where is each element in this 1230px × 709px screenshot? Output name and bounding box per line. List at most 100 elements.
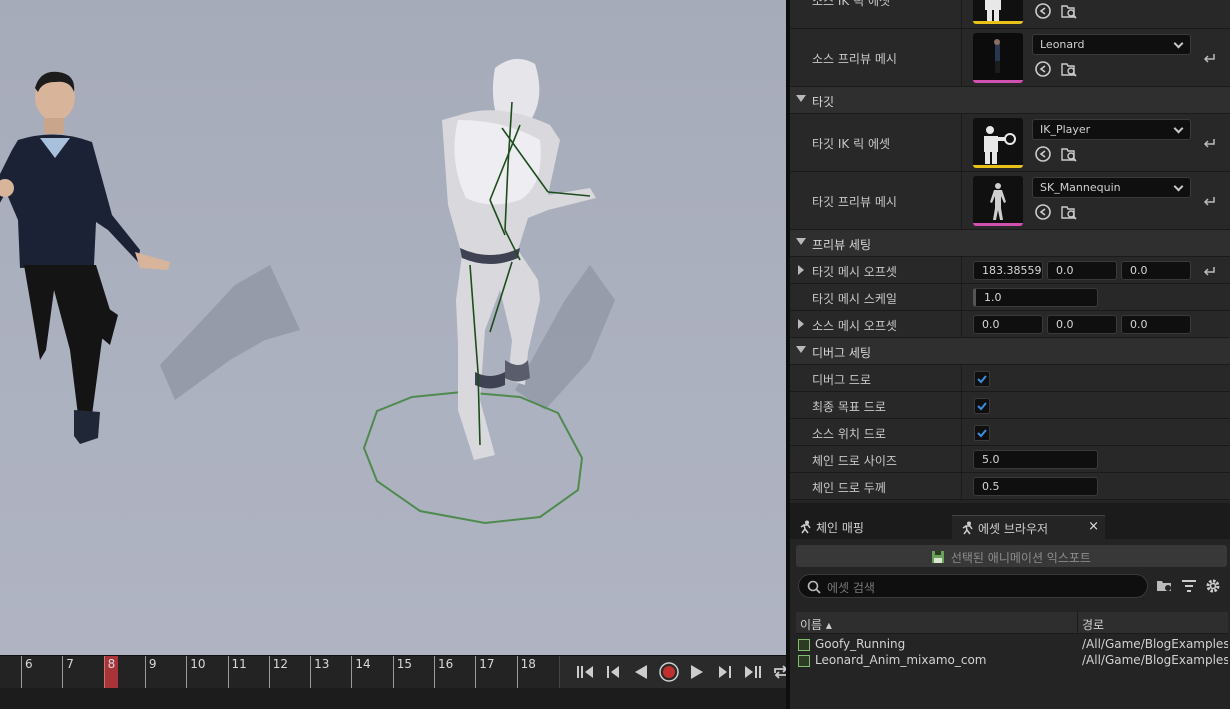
timeline-frame-tick[interactable]: 16 [434, 656, 453, 688]
viewport[interactable] [0, 0, 786, 655]
export-selected-animations-button[interactable]: 선택된 애니메이션 익스포트 [796, 545, 1227, 567]
timeline-frame-tick[interactable]: 7 [62, 656, 74, 688]
column-name[interactable]: 이름 ▴ [800, 616, 832, 633]
timeline-frame-tick[interactable]: 10 [186, 656, 205, 688]
browse-asset-icon[interactable] [1034, 145, 1052, 163]
gear-icon[interactable] [1204, 577, 1222, 595]
target-mesh-scale-input[interactable]: 1.0 [973, 288, 1098, 307]
reset-to-default-icon[interactable] [1202, 264, 1216, 278]
timeline-frame-label: 13 [314, 657, 330, 671]
reset-to-default-icon[interactable] [1202, 136, 1216, 150]
chain-draw-thickness-input[interactable]: 0.5 [973, 477, 1098, 496]
timeline-frame-tick[interactable]: 17 [475, 656, 495, 688]
target-ik-rig-thumbnail[interactable] [973, 118, 1023, 168]
step-back-icon [607, 666, 619, 678]
timeline-ruler[interactable]: 6 7 8 9 10 11 12 13 14 15 16 17 18 [0, 656, 560, 688]
close-icon[interactable]: × [1088, 519, 1099, 534]
target-preview-mesh-combo[interactable]: SK_Mannequin [1032, 177, 1191, 198]
play-icon [691, 665, 703, 679]
final-goal-draw-label: 최종 목표 드로 [812, 400, 886, 414]
step-back-button[interactable] [602, 661, 624, 683]
chevron-down-icon [1173, 181, 1184, 192]
source-location-draw-label: 소스 위치 드로 [812, 427, 886, 441]
timeline-frame-tick[interactable]: 14 [351, 656, 371, 688]
timeline-frame-label: 14 [355, 657, 371, 671]
asset-row[interactable]: Leonard_Anim_mixamo_com /All/Game/BlogEx… [796, 653, 1228, 669]
column-path[interactable]: 경로 [1082, 616, 1104, 633]
target-mesh-offset-z[interactable]: 0.0 [1121, 261, 1191, 280]
asset-name: Goofy_Running [815, 637, 906, 651]
transport-controls [574, 656, 792, 688]
asset-search-input[interactable]: 에셋 검색 [798, 574, 1148, 598]
find-in-browser-icon[interactable] [1060, 2, 1078, 20]
timeline-frame-label: 17 [479, 657, 495, 671]
record-button[interactable] [658, 661, 680, 683]
chain-draw-size-input[interactable]: 5.0 [973, 450, 1098, 469]
play-button[interactable] [686, 661, 708, 683]
timeline-frame-tick[interactable]: 6 [21, 656, 33, 688]
target-ik-rig-label: 타깃 IK 릭 에셋 [812, 137, 891, 151]
timeline-current-frame[interactable]: 8 [103, 656, 118, 688]
browse-asset-icon[interactable] [1034, 2, 1052, 20]
source-mesh-offset-y[interactable]: 0.0 [1047, 315, 1117, 334]
source-location-draw-row: 소스 위치 드로 [790, 419, 1230, 446]
timeline-frame-label: 7 [66, 657, 74, 671]
target-mesh-offset-x[interactable]: 183.38559 [973, 261, 1043, 280]
find-in-browser-icon[interactable] [1060, 60, 1078, 78]
tab-chain-mapping[interactable]: 체인 매핑 [790, 515, 950, 539]
browse-asset-icon[interactable] [1034, 60, 1052, 78]
source-ik-rig-thumbnail[interactable] [973, 0, 1023, 24]
target-ik-rig-row: 타깃 IK 릭 에셋 IK_Player [790, 114, 1230, 172]
checkmark-icon [977, 375, 987, 384]
debug-settings-section-header[interactable]: 디버그 세팅 [790, 338, 1230, 365]
step-forward-button[interactable] [714, 661, 736, 683]
browse-asset-icon[interactable] [1034, 203, 1052, 221]
expand-arrow-icon[interactable] [798, 319, 804, 329]
target-section-title: 타깃 [812, 95, 835, 109]
source-location-draw-checkbox[interactable] [974, 425, 990, 441]
asset-row[interactable]: Goofy_Running /All/Game/BlogExamples [796, 637, 1228, 653]
source-preview-mesh-thumbnail[interactable] [973, 33, 1023, 83]
jump-to-end-button[interactable] [742, 661, 764, 683]
final-goal-draw-checkbox[interactable] [974, 398, 990, 414]
tab-asset-browser[interactable]: 에셋 브라우저 × [952, 515, 1105, 539]
source-mesh-offset-x[interactable]: 0.0 [973, 315, 1043, 334]
find-in-browser-icon[interactable] [1060, 203, 1078, 221]
target-preview-mesh-thumbnail[interactable] [973, 176, 1023, 226]
source-mesh-offset-z[interactable]: 0.0 [1121, 315, 1191, 334]
folder-search-icon[interactable] [1156, 577, 1174, 595]
asset-search-placeholder: 에셋 검색 [827, 581, 875, 595]
reset-to-default-icon[interactable] [1202, 194, 1216, 208]
play-reverse-button[interactable] [630, 661, 652, 683]
jump-to-start-button[interactable] [574, 661, 596, 683]
source-preview-mesh-value: Leonard [1040, 38, 1085, 51]
mannequin-mesh-icon [990, 183, 1006, 220]
find-in-browser-icon[interactable] [1060, 145, 1078, 163]
viewport-scene [0, 58, 615, 525]
debug-draw-row: 디버그 드로 [790, 365, 1230, 392]
timeline-frame-tick[interactable]: 18 [516, 656, 536, 688]
timeline-frame-tick[interactable]: 11 [227, 656, 247, 688]
timeline-frame-tick[interactable]: 13 [310, 656, 329, 688]
filter-icon[interactable] [1180, 577, 1198, 595]
target-section-header[interactable]: 타깃 [790, 87, 1230, 114]
jump-to-start-icon [577, 666, 593, 678]
timeline[interactable]: 6 7 8 9 10 11 12 13 14 15 16 17 18 [0, 655, 788, 688]
target-mesh-offset-row: 타깃 메시 오프셋 183.38559 0.0 0.0 [790, 257, 1230, 284]
timeline-frame-tick[interactable]: 9 [144, 656, 157, 688]
asset-path: /All/Game/BlogExamples [1082, 653, 1228, 667]
collapse-arrow-icon [796, 346, 806, 353]
timeline-frame-tick[interactable]: 15 [392, 656, 412, 688]
source-mesh-offset-label: 소스 메시 오프셋 [812, 319, 897, 333]
preview-settings-section-header[interactable]: 프리뷰 세팅 [790, 230, 1230, 257]
timeline-frame-tick[interactable]: 12 [268, 656, 288, 688]
target-mesh-offset-y[interactable]: 0.0 [1047, 261, 1117, 280]
target-mesh-scale-label: 타깃 메시 스케일 [812, 292, 897, 306]
debug-draw-checkbox[interactable] [974, 371, 990, 387]
target-ik-rig-combo[interactable]: IK_Player [1032, 119, 1191, 140]
target-preview-mesh-value: SK_Mannequin [1040, 181, 1121, 194]
expand-arrow-icon[interactable] [798, 265, 804, 275]
tab-asset-browser-label: 에셋 브라우저 [978, 522, 1049, 536]
source-preview-mesh-combo[interactable]: Leonard [1032, 34, 1191, 55]
reset-to-default-icon[interactable] [1202, 51, 1216, 65]
